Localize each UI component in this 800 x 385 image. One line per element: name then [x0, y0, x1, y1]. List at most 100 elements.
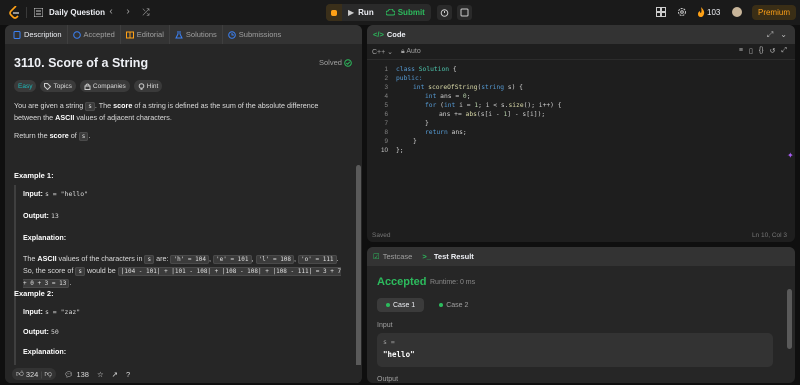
next-problem-icon[interactable]: › — [122, 6, 134, 18]
problem-footer: 👍︎ 324 | 👎︎ 💬︎ 138 ☆ ↗ ? — [5, 365, 362, 383]
line-number: 6 — [384, 111, 388, 118]
tab-test-result[interactable]: >_ Test Result — [422, 252, 473, 261]
line-number: 9 — [384, 138, 388, 145]
tab-label: Submissions — [238, 30, 282, 39]
tab-label: Testcase — [382, 252, 413, 261]
thumbs-down-icon[interactable]: 👎︎ — [44, 369, 52, 379]
star-icon[interactable]: ☆ — [97, 370, 104, 379]
example-2-explanation-label: Explanation: — [23, 347, 67, 356]
example-1-block: Input: s = "hello" Output: 13 Explanatio… — [14, 185, 344, 305]
case-label: Case 1 — [393, 301, 416, 309]
runtime-label: Runtime: 0 ms — [430, 279, 476, 286]
sparkle-icon[interactable]: ✦ — [787, 151, 794, 160]
book-icon — [125, 31, 134, 38]
tab-accepted[interactable]: Accepted — [68, 25, 121, 44]
line-number: 7 — [384, 120, 388, 127]
comments-button[interactable]: 💬︎ 138 — [64, 370, 89, 379]
leetcode-logo-icon[interactable] — [9, 6, 20, 19]
case-1-button[interactable]: Case 1 — [377, 298, 425, 312]
comment-count: 138 — [76, 369, 89, 379]
tab-editorial[interactable]: Editorial — [121, 25, 170, 44]
code-line: } — [413, 138, 417, 145]
bookmark-icon[interactable]: ▯ — [749, 47, 753, 55]
case-2-button[interactable]: Case 2 — [430, 298, 477, 312]
language-select[interactable]: C++ ⌄ — [372, 48, 393, 56]
gear-icon[interactable] — [677, 7, 687, 17]
topics-chip[interactable]: Topics — [40, 80, 76, 92]
collapse-icon[interactable]: ⌄ — [780, 30, 787, 40]
expand-icon[interactable]: ⤢ — [767, 30, 773, 40]
avatar[interactable] — [732, 7, 742, 17]
daily-question-title[interactable]: Daily Question — [49, 8, 105, 17]
companies-chip[interactable]: Companies — [79, 80, 130, 92]
tab-label: Description — [24, 30, 62, 39]
format-icon[interactable]: {} — [759, 47, 764, 55]
pass-dot-icon — [386, 303, 390, 307]
check-circle-icon — [344, 58, 352, 67]
top-navbar: Daily Question ‹ › ⤮ ▶ Run Submit 103 Pre… — [0, 0, 800, 25]
layout-grid-icon[interactable] — [656, 7, 666, 17]
problem-statement: You are given a string s. The score of a… — [14, 101, 319, 122]
description-scrollbar[interactable] — [356, 165, 361, 383]
tab-description[interactable]: Description — [8, 25, 68, 44]
code-line: }; — [396, 147, 404, 154]
menu-icon[interactable]: ≡ — [739, 47, 743, 55]
alarm-clock-icon[interactable] — [437, 5, 452, 20]
code-panel: </> Code ⤢ ⌄ C++ ⌄ 🔒︎ Auto ≡ ▯ {} ↺ ⤢ 1 … — [367, 25, 795, 242]
line-number: 4 — [384, 93, 388, 100]
streak-counter[interactable]: 103 — [697, 7, 720, 17]
problem-title[interactable]: 3110. Score of a String — [14, 56, 148, 70]
help-icon[interactable]: ? — [126, 370, 130, 379]
line-number: 8 — [384, 129, 388, 136]
premium-button[interactable]: Premium — [752, 5, 796, 20]
code-line: return ans; — [425, 129, 467, 136]
test-scrollbar[interactable] — [787, 289, 792, 349]
input-variable-value: "hello" — [383, 350, 415, 359]
reset-icon[interactable]: ↺ — [770, 47, 776, 55]
example-2-input: Input: s = "zaz" — [23, 307, 81, 316]
cursor-position: Ln 10, Col 3 — [751, 232, 787, 239]
shuffle-icon[interactable]: ⤮ — [140, 6, 152, 18]
fire-icon — [698, 7, 705, 17]
output-label: Output — [377, 376, 399, 383]
code-line: public: — [396, 75, 423, 82]
description-tabs: Description Accepted Editorial Solutions… — [5, 25, 362, 44]
tag-icon — [44, 82, 52, 90]
problem-tags: Easy Topics Companies Hint — [14, 80, 163, 92]
like-button[interactable]: 👍︎ 324 | 👎︎ — [12, 368, 56, 380]
line-number: 3 — [384, 84, 388, 91]
problem-return-text: Return the score of s. — [14, 131, 91, 141]
terminal-icon: >_ — [422, 252, 431, 261]
tab-label: Test Result — [433, 252, 474, 261]
save-status: Saved — [372, 232, 391, 239]
tab-solutions[interactable]: Solutions — [170, 25, 223, 44]
share-icon[interactable]: ↗ — [112, 370, 118, 379]
editor-actions: ≡ ▯ {} ↺ ⤢ — [739, 47, 787, 55]
verdict-label: Accepted — [377, 276, 427, 288]
hint-chip[interactable]: Hint — [133, 80, 163, 92]
auto-toggle[interactable]: 🔒︎ Auto — [401, 48, 421, 56]
debug-icon[interactable] — [326, 4, 342, 21]
clock-icon — [72, 30, 81, 39]
submit-label: Submit — [397, 8, 425, 17]
divider — [26, 7, 27, 18]
test-tabs: ☑ Testcase >_ Test Result — [367, 247, 795, 266]
run-button[interactable]: ▶ Run — [342, 4, 380, 21]
code-line: int scoreOfString(string s) { — [413, 84, 523, 91]
prev-problem-icon[interactable]: ‹ — [105, 6, 117, 18]
tab-testcase[interactable]: ☑ Testcase — [373, 252, 412, 261]
code-line: int ans = 0; — [425, 93, 471, 100]
tab-submissions[interactable]: Submissions — [223, 25, 287, 44]
chip-label: Companies — [92, 82, 126, 90]
example-1-input: Input: s = "hello" — [23, 189, 89, 198]
input-value-box: s = "hello" — [377, 333, 773, 367]
thumbs-up-icon: 👍︎ — [16, 369, 24, 378]
fullscreen-icon[interactable]: ⤢ — [781, 47, 787, 55]
example-1-heading: Example 1: — [14, 171, 54, 180]
problem-list-icon[interactable] — [34, 8, 43, 17]
tab-label: Editorial — [136, 30, 164, 39]
code-line: class Solution { — [396, 66, 457, 73]
submit-button[interactable]: Submit — [380, 4, 431, 21]
comment-icon: 💬︎ — [63, 369, 74, 379]
notes-icon[interactable] — [457, 5, 472, 20]
